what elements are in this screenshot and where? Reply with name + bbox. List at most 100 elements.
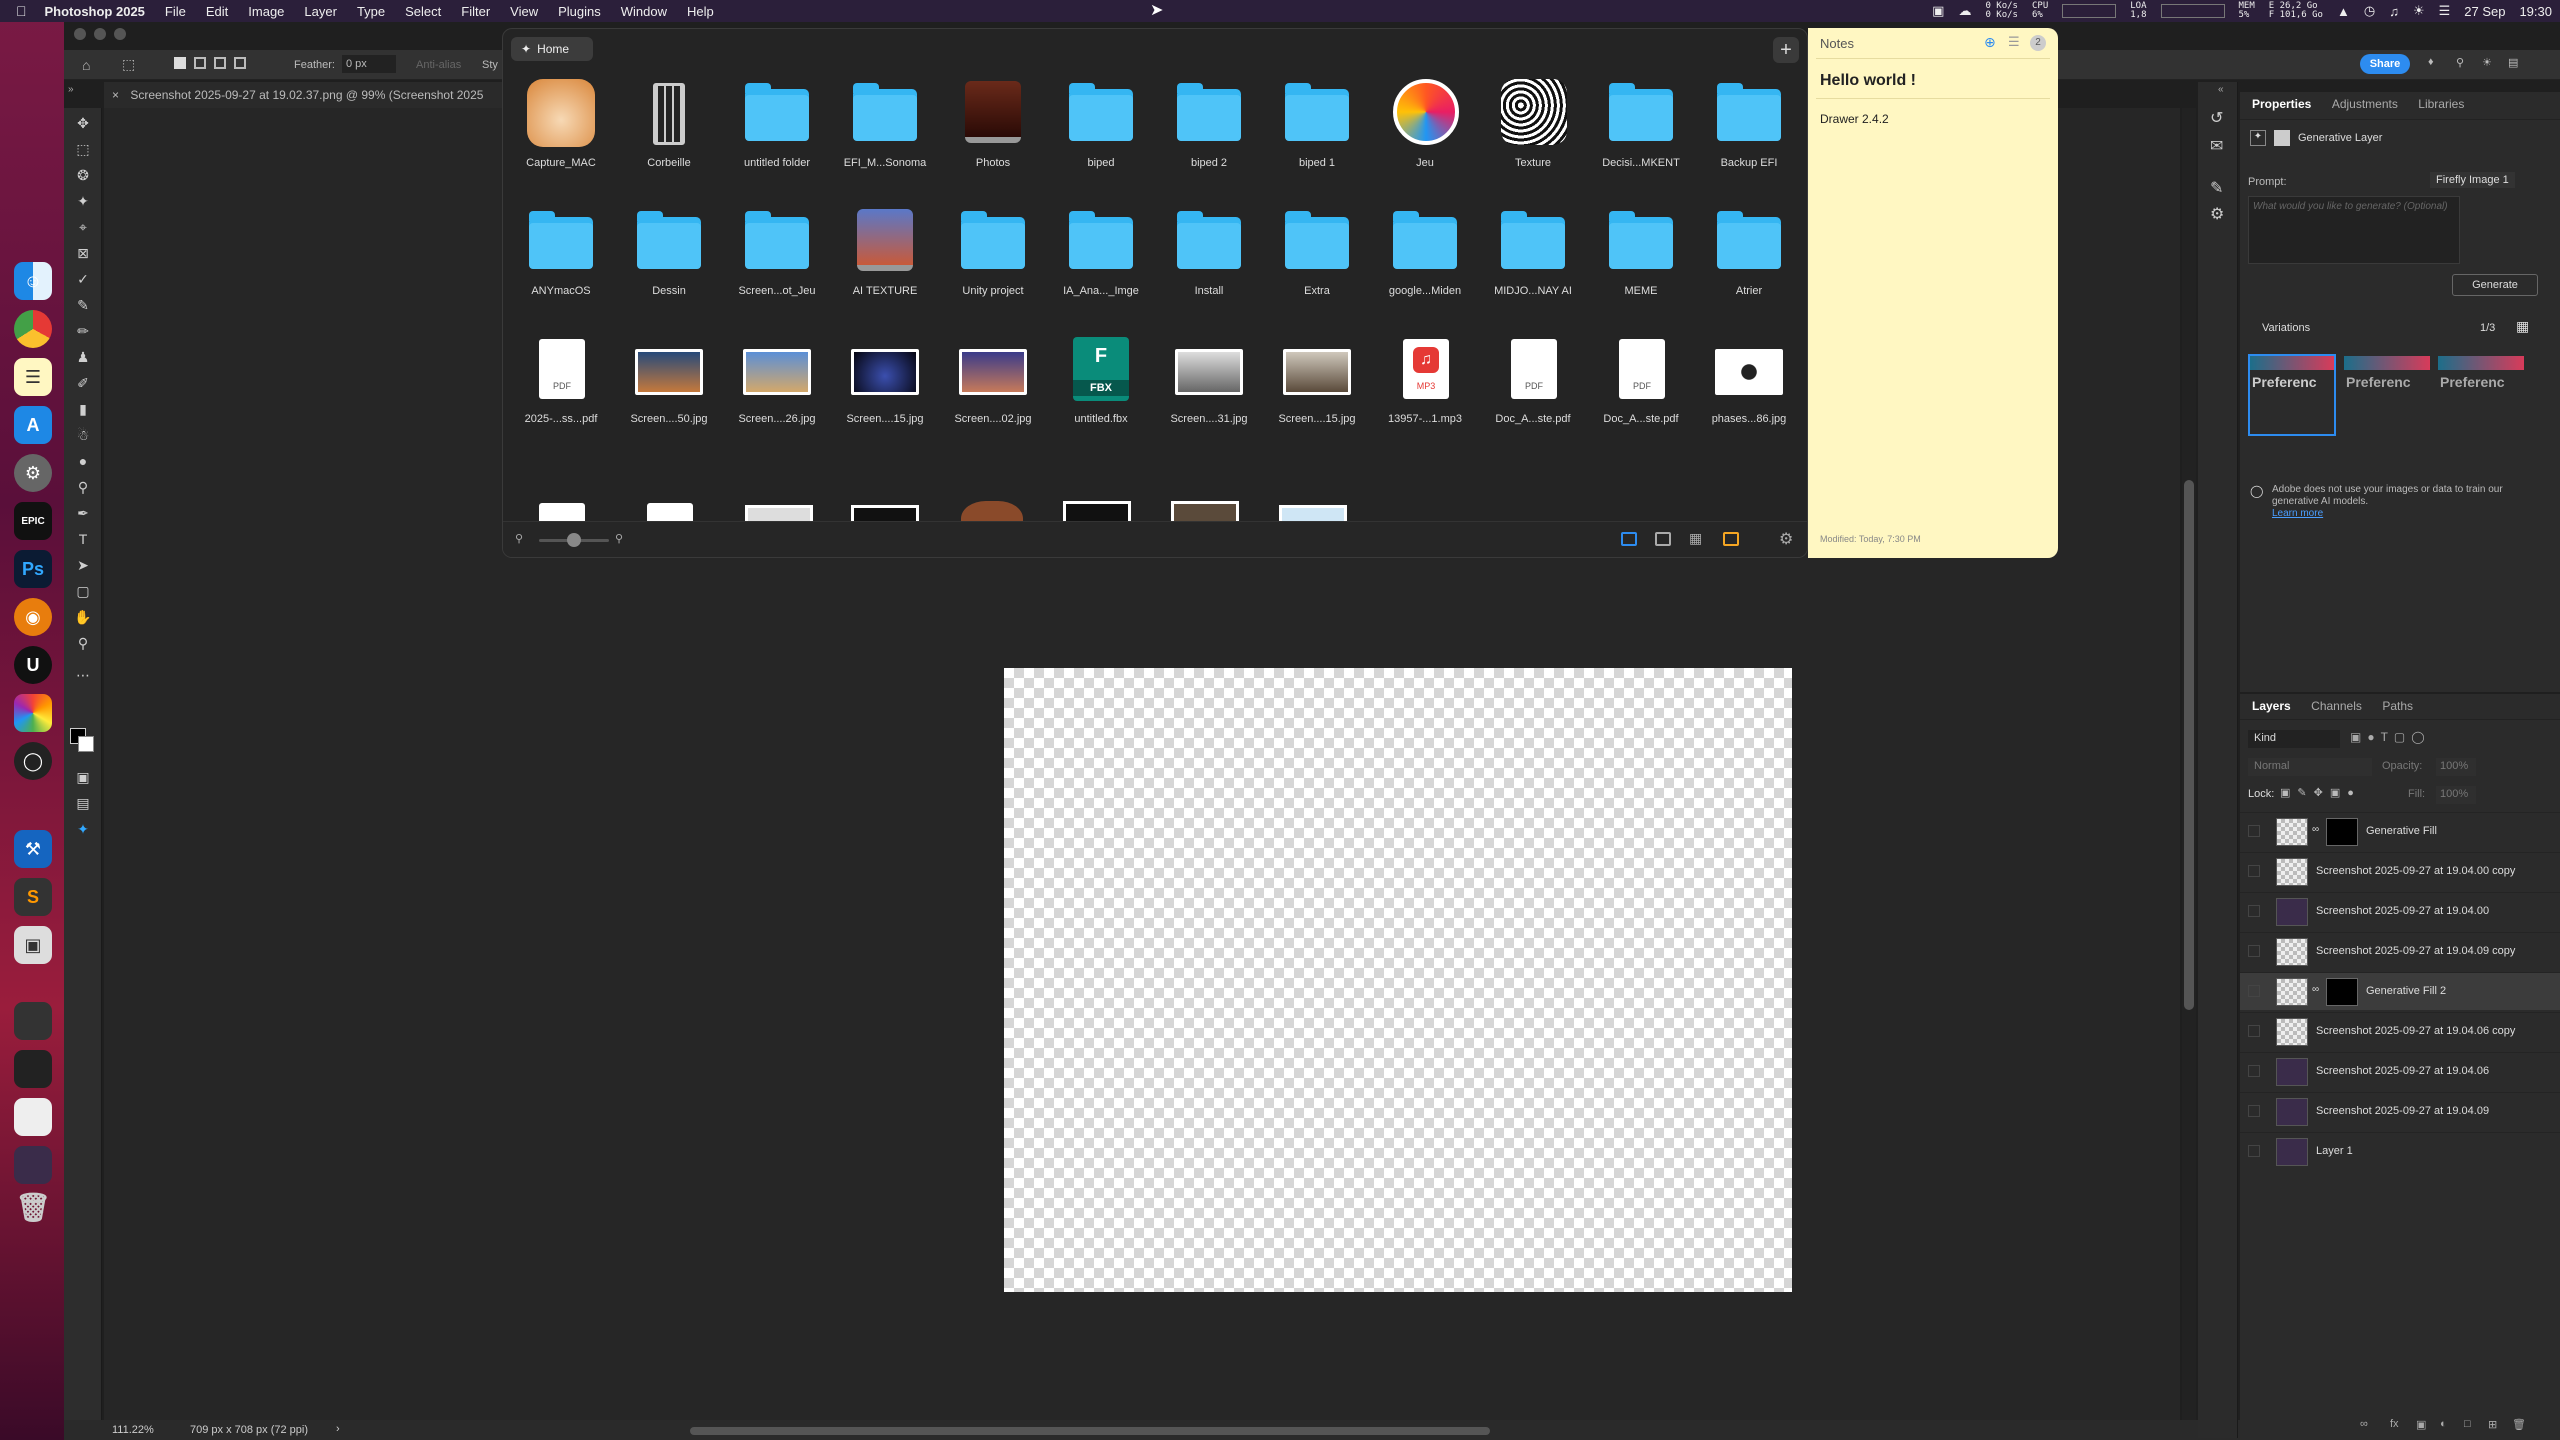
visibility-toggle[interactable]: [2248, 1145, 2260, 1157]
grid-view-icon[interactable]: ▦: [1689, 530, 1702, 547]
add-selection-icon[interactable]: [194, 57, 206, 69]
search-icon[interactable]: ⚲: [2456, 56, 2464, 69]
close-window-button[interactable]: [74, 28, 86, 40]
note-body[interactable]: Drawer 2.4.2: [1820, 112, 1889, 126]
minimize-window-button[interactable]: [94, 28, 106, 40]
file-item[interactable]: Decisi...MKENT: [1591, 79, 1691, 169]
more-tools-icon[interactable]: ⋯: [74, 666, 92, 684]
file-item[interactable]: Install: [1159, 207, 1259, 297]
blend-mode-dropdown[interactable]: Normal: [2248, 758, 2372, 776]
background-color-swatch[interactable]: [78, 736, 94, 752]
apple-icon[interactable]: : [0, 3, 37, 19]
file-icon[interactable]: [1279, 505, 1347, 521]
tab-adjustments[interactable]: Adjustments: [2324, 92, 2406, 116]
control-center-icon[interactable]: ☰: [2439, 3, 2451, 19]
volume-icon[interactable]: ♫: [2389, 4, 2399, 19]
file-item[interactable]: Screen....26.jpg: [727, 335, 827, 425]
zoom-in-icon[interactable]: ⚲: [615, 532, 623, 545]
pen-tool-icon[interactable]: ✒: [74, 504, 92, 522]
menu-type[interactable]: Type: [347, 4, 395, 19]
zoom-window-button[interactable]: [114, 28, 126, 40]
layer-row[interactable]: Screenshot 2025-09-27 at 19.04.06 copy: [2240, 1012, 2560, 1050]
vertical-scroll-thumb[interactable]: [2184, 480, 2194, 1010]
learn-more-link[interactable]: Learn more: [2272, 508, 2323, 519]
file-item[interactable]: Photos: [943, 79, 1043, 169]
menu-layer[interactable]: Layer: [294, 4, 347, 19]
visibility-toggle[interactable]: [2248, 945, 2260, 957]
magic-wand-icon[interactable]: ✦: [74, 192, 92, 210]
file-item[interactable]: Atrier: [1699, 207, 1799, 297]
lock-icons[interactable]: ▣✎✥▣●: [2280, 786, 2361, 799]
window-thumb-icon[interactable]: [14, 1098, 52, 1136]
file-item[interactable]: Screen....15.jpg: [835, 335, 935, 425]
file-icon[interactable]: [851, 505, 919, 521]
eraser-tool-icon[interactable]: ▮: [74, 400, 92, 418]
healing-brush-icon[interactable]: ✎: [74, 296, 92, 314]
adjustment-layer-icon[interactable]: ◐: [2440, 1418, 2447, 1430]
mem-stat[interactable]: MEM 5%: [2239, 2, 2255, 20]
menu-file[interactable]: File: [155, 4, 196, 19]
marquee-tool-icon[interactable]: ⬚: [122, 56, 135, 73]
bulb-icon[interactable]: ☀: [2482, 56, 2492, 69]
visibility-toggle[interactable]: [2248, 865, 2260, 877]
file-item[interactable]: AI TEXTURE: [835, 207, 935, 297]
split-view-icon[interactable]: [1655, 532, 1671, 546]
brightness-icon[interactable]: ☀: [2413, 3, 2425, 19]
file-icon[interactable]: [1171, 501, 1239, 521]
new-selection-icon[interactable]: [174, 57, 186, 69]
file-item[interactable]: ♫ MP3 13957-...1.mp3: [1375, 335, 1475, 425]
layer-row[interactable]: Layer 1: [2240, 1132, 2560, 1170]
menu-edit[interactable]: Edit: [196, 4, 238, 19]
settings-icon[interactable]: ⚙: [14, 454, 52, 492]
file-item[interactable]: untitled folder: [727, 79, 827, 169]
visibility-toggle[interactable]: [2248, 825, 2260, 837]
calendar-icon[interactable]: [1723, 532, 1739, 546]
epic-games-icon[interactable]: EPIC: [14, 502, 52, 540]
file-icon[interactable]: [961, 501, 1023, 521]
zoom-tool-icon[interactable]: ⚲: [74, 634, 92, 652]
tab-channels[interactable]: Channels: [2303, 694, 2370, 718]
fx-icon[interactable]: fx: [2390, 1418, 2399, 1430]
subtract-selection-icon[interactable]: [214, 57, 226, 69]
file-item[interactable]: Backup EFI: [1699, 79, 1799, 169]
workspace-icon[interactable]: ▤: [2508, 56, 2518, 69]
file-item[interactable]: EFI_M...Sonoma: [835, 79, 935, 169]
file-item[interactable]: Screen....31.jpg: [1159, 335, 1259, 425]
notes-app-icon[interactable]: ☰: [14, 358, 52, 396]
network-stats[interactable]: 0 Ko/s 0 Ko/s: [1985, 2, 2018, 20]
menu-window[interactable]: Window: [611, 4, 677, 19]
file-item[interactable]: Screen...ot_Jeu: [727, 207, 827, 297]
home-button[interactable]: ✦ Home: [511, 37, 593, 61]
single-view-icon[interactable]: [1621, 532, 1637, 546]
file-item[interactable]: PDF 2025-...ss...pdf: [511, 335, 611, 425]
anti-alias-checkbox[interactable]: Anti-alias: [416, 59, 461, 71]
add-button[interactable]: +: [1773, 37, 1799, 63]
app-store-icon[interactable]: A: [14, 406, 52, 444]
variation-thumb[interactable]: Preferenc: [2344, 356, 2430, 434]
variation-thumb[interactable]: Preferenc: [2248, 354, 2336, 436]
blur-tool-icon[interactable]: ●: [74, 452, 92, 470]
opacity-input[interactable]: 100%: [2436, 758, 2476, 776]
xcode-icon[interactable]: ⚒: [14, 830, 52, 868]
disk-utility-icon[interactable]: ◯: [14, 742, 52, 780]
file-item[interactable]: Corbeille: [619, 79, 719, 169]
stamp-tool-icon[interactable]: ♟: [74, 348, 92, 366]
file-item[interactable]: Extra: [1267, 207, 1367, 297]
dodge-tool-icon[interactable]: ⚲: [74, 478, 92, 496]
comments-panel-icon[interactable]: ✉: [2210, 136, 2223, 156]
unreal-icon[interactable]: U: [14, 646, 52, 684]
menu-help[interactable]: Help: [677, 4, 724, 19]
history-panel-icon[interactable]: ↺: [2210, 108, 2223, 128]
model-dropdown[interactable]: Firefly Image 1: [2430, 172, 2515, 188]
time-machine-icon[interactable]: ◷: [2364, 3, 2375, 19]
menu-image[interactable]: Image: [238, 4, 294, 19]
window-thumb-icon[interactable]: [14, 1002, 52, 1040]
tab-properties[interactable]: Properties: [2244, 92, 2319, 116]
file-item[interactable]: Capture_MAC: [511, 79, 611, 169]
file-item[interactable]: Texture: [1483, 79, 1583, 169]
trash-icon[interactable]: 🗑: [14, 1188, 52, 1226]
panel-collapse-icon[interactable]: «: [2218, 84, 2224, 95]
status-chevron-icon[interactable]: ›: [336, 1423, 340, 1435]
brush-tool-icon[interactable]: ✏: [74, 322, 92, 340]
file-icon[interactable]: [745, 505, 813, 521]
